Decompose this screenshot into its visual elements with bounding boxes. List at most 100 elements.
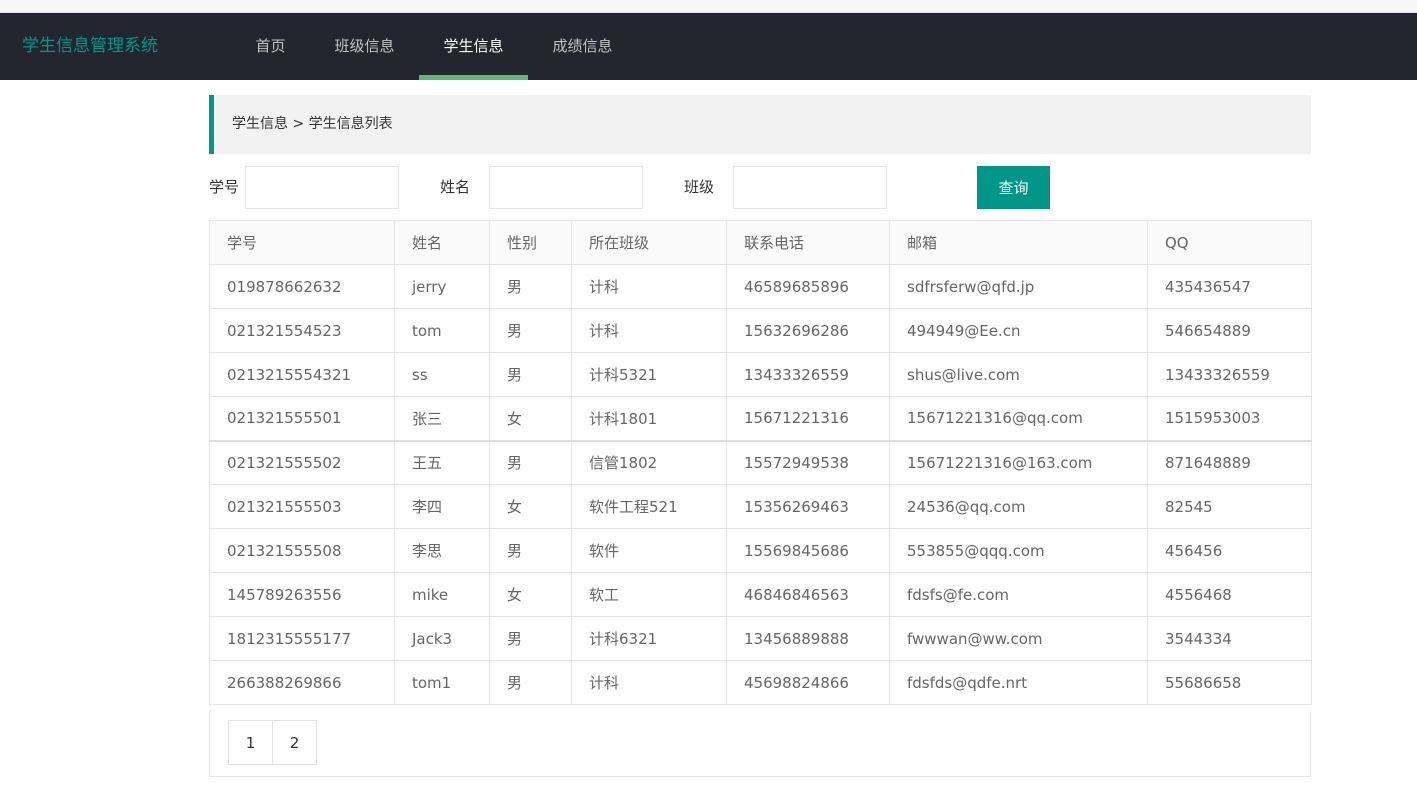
cell-name: 张三 xyxy=(394,396,490,441)
cell-phone: 13456889888 xyxy=(726,616,890,661)
cell-email: 15671221316@163.com xyxy=(889,439,1148,485)
cell-student-id: 1812315555177 xyxy=(209,616,395,661)
cell-class: 计科1801 xyxy=(571,396,727,441)
cell-gender: 男 xyxy=(489,352,572,397)
cell-qq: 1515953003 xyxy=(1147,396,1312,441)
cell-name: Jack3 xyxy=(394,616,490,661)
cell-qq: 546654889 xyxy=(1147,308,1312,353)
cell-email: 494949@Ee.cn xyxy=(889,308,1148,353)
cell-student-id: 021321555508 xyxy=(209,528,395,573)
table-header-row: 学号 姓名 性别 所在班级 联系电话 邮箱 QQ xyxy=(209,220,1312,265)
cell-class: 软工 xyxy=(571,572,727,617)
cell-qq: 13433326559 xyxy=(1147,352,1312,397)
column-header-name: 姓名 xyxy=(394,220,490,265)
cell-gender: 女 xyxy=(489,484,572,529)
cell-name: tom xyxy=(394,308,490,353)
cell-phone: 15569845686 xyxy=(726,528,890,573)
cell-student-id: 0213215554321 xyxy=(209,352,395,397)
table-row: 1812315555177 Jack3 男 计科6321 13456889888… xyxy=(209,616,1312,661)
class-label: 班级 xyxy=(684,178,715,196)
nav-active-indicator xyxy=(419,75,528,80)
cell-qq: 871648889 xyxy=(1147,439,1312,485)
cell-qq: 3544334 xyxy=(1147,616,1312,661)
cell-phone: 15356269463 xyxy=(726,484,890,529)
cell-class: 软件 xyxy=(571,528,727,573)
cell-email: shus@live.com xyxy=(889,352,1148,397)
cell-name: 李思 xyxy=(394,528,490,573)
cell-student-id: 021321555502 xyxy=(209,439,395,485)
cell-class: 计科5321 xyxy=(571,352,727,397)
nav-item-student-info-label: 学生信息 xyxy=(443,37,504,55)
class-input[interactable] xyxy=(733,166,887,209)
column-header-phone: 联系电话 xyxy=(726,220,890,265)
cell-class: 计科 xyxy=(571,308,727,353)
table-row: 021321555508 李思 男 软件 15569845686 553855@… xyxy=(209,528,1312,573)
cell-email: fdsfs@fe.com xyxy=(889,572,1148,617)
cell-qq: 4556468 xyxy=(1147,572,1312,617)
name-label: 姓名 xyxy=(440,178,471,196)
nav-item-home[interactable]: 首页 xyxy=(233,13,308,80)
cell-phone: 15572949538 xyxy=(726,439,890,485)
top-header: 学生信息管理系统 首页 班级信息 学生信息 成绩信息 xyxy=(0,13,1417,80)
cell-class: 信管1802 xyxy=(571,439,727,485)
student-id-label: 学号 xyxy=(209,178,240,196)
table-row: 021321555503 李四 女 软件工程521 15356269463 24… xyxy=(209,484,1312,529)
table-row: 266388269866 tom1 男 计科 45698824866 fdsfd… xyxy=(209,660,1312,705)
column-header-qq: QQ xyxy=(1147,220,1312,265)
column-header-email: 邮箱 xyxy=(889,220,1148,265)
cell-email: sdfrsferw@qfd.jp xyxy=(889,264,1148,309)
cell-name: 李四 xyxy=(394,484,490,529)
cell-student-id: 019878662632 xyxy=(209,264,395,309)
column-header-gender: 性别 xyxy=(489,220,572,265)
cell-class: 计科 xyxy=(571,264,727,309)
cell-email: 24536@qq.com xyxy=(889,484,1148,529)
cell-gender: 女 xyxy=(489,396,572,441)
cell-gender: 男 xyxy=(489,264,572,309)
cell-qq: 82545 xyxy=(1147,484,1312,529)
column-header-class: 所在班级 xyxy=(571,220,727,265)
nav-item-student-info[interactable]: 学生信息 xyxy=(419,13,528,80)
cell-gender: 男 xyxy=(489,528,572,573)
student-table-container: 学号 姓名 性别 所在班级 联系电话 邮箱 QQ 019878662632 je… xyxy=(209,220,1312,705)
query-button[interactable]: 查询 xyxy=(977,166,1050,209)
page-button-2[interactable]: 2 xyxy=(272,720,317,765)
page-button-1[interactable]: 1 xyxy=(228,720,273,765)
cell-email: 15671221316@qq.com xyxy=(889,396,1148,441)
cell-name: 王五 xyxy=(394,439,490,485)
nav-item-score-info[interactable]: 成绩信息 xyxy=(528,13,637,80)
cell-student-id: 266388269866 xyxy=(209,660,395,705)
cell-phone: 45698824866 xyxy=(726,660,890,705)
cell-student-id: 021321554523 xyxy=(209,308,395,353)
cell-qq: 456456 xyxy=(1147,528,1312,573)
cell-email: fdsfds@qdfe.nrt xyxy=(889,660,1148,705)
cell-student-id: 145789263556 xyxy=(209,572,395,617)
table-row: 021321555502 王五 男 信管1802 15572949538 156… xyxy=(209,439,1312,485)
cell-gender: 男 xyxy=(489,616,572,661)
cell-student-id: 021321555501 xyxy=(209,396,395,441)
cell-gender: 男 xyxy=(489,308,572,353)
table-row: 0213215554321 ss 男 计科5321 13433326559 sh… xyxy=(209,352,1312,397)
cell-gender: 女 xyxy=(489,572,572,617)
cell-student-id: 021321555503 xyxy=(209,484,395,529)
cell-name: mike xyxy=(394,572,490,617)
cell-qq: 435436547 xyxy=(1147,264,1312,309)
table-row: 145789263556 mike 女 软工 46846846563 fdsfs… xyxy=(209,572,1312,617)
cell-name: ss xyxy=(394,352,490,397)
cell-name: tom1 xyxy=(394,660,490,705)
cell-name: jerry xyxy=(394,264,490,309)
app-logo: 学生信息管理系统 xyxy=(22,36,158,56)
table-row: 021321554523 tom 男 计科 15632696286 494949… xyxy=(209,308,1312,353)
cell-phone: 15632696286 xyxy=(726,308,890,353)
name-input[interactable] xyxy=(489,166,643,209)
cell-phone: 15671221316 xyxy=(726,396,890,441)
cell-class: 计科 xyxy=(571,660,727,705)
cell-phone: 46589685896 xyxy=(726,264,890,309)
cell-qq: 55686658 xyxy=(1147,660,1312,705)
student-id-input[interactable] xyxy=(245,166,399,209)
cell-phone: 13433326559 xyxy=(726,352,890,397)
cell-email: 553855@qqq.com xyxy=(889,528,1148,573)
table-row: 019878662632 jerry 男 计科 46589685896 sdfr… xyxy=(209,264,1312,309)
breadcrumb: 学生信息 > 学生信息列表 xyxy=(209,95,1311,154)
nav-item-class-info[interactable]: 班级信息 xyxy=(310,13,419,80)
browser-top-strip xyxy=(0,0,1417,13)
